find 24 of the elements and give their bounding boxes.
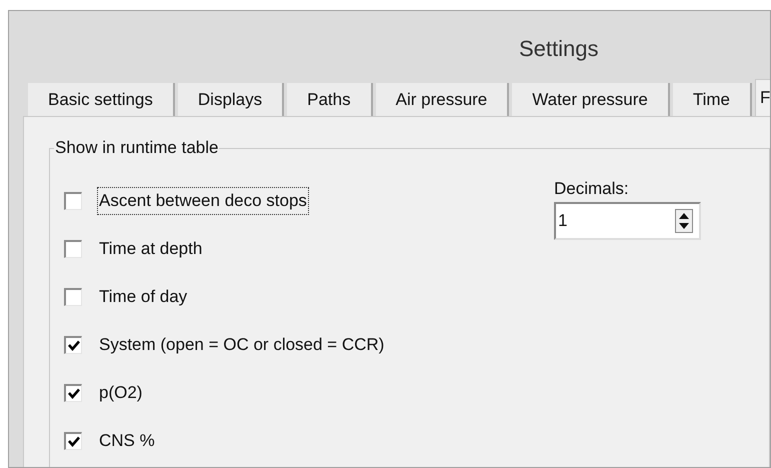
checkbox[interactable] — [64, 240, 82, 258]
checkbox[interactable] — [64, 384, 82, 402]
checkbox-label[interactable]: System (open = OC or closed = CCR) — [98, 332, 386, 358]
decimals-spinner[interactable]: 1 — [554, 202, 701, 240]
spin-arrows-icon[interactable] — [675, 209, 693, 233]
decimals-label: Decimals: — [554, 178, 630, 200]
checkbox[interactable] — [64, 288, 82, 306]
tab[interactable]: Paths — [287, 83, 373, 116]
tab[interactable]: F — [755, 79, 770, 116]
checkbox[interactable] — [64, 432, 82, 450]
checkbox-label[interactable]: Ascent between deco stops — [98, 188, 308, 214]
tab[interactable]: Air pressure — [376, 83, 510, 116]
checkbox[interactable] — [64, 336, 82, 354]
tab[interactable]: Displays — [178, 83, 284, 116]
checkbox-label[interactable]: CNS % — [98, 428, 156, 454]
tab[interactable]: Water pressure — [512, 83, 670, 116]
checkbox-label[interactable]: Time at depth — [98, 236, 204, 262]
tab[interactable]: Basic settings — [28, 83, 175, 116]
checkbox-label[interactable]: p(O2) — [98, 380, 144, 406]
checkbox[interactable] — [64, 192, 82, 210]
window-title: Settings — [519, 34, 598, 63]
spinner-value: 1 — [557, 210, 568, 232]
checkbox-label[interactable]: Time of day — [98, 284, 188, 310]
tab[interactable]: Time — [672, 83, 752, 116]
